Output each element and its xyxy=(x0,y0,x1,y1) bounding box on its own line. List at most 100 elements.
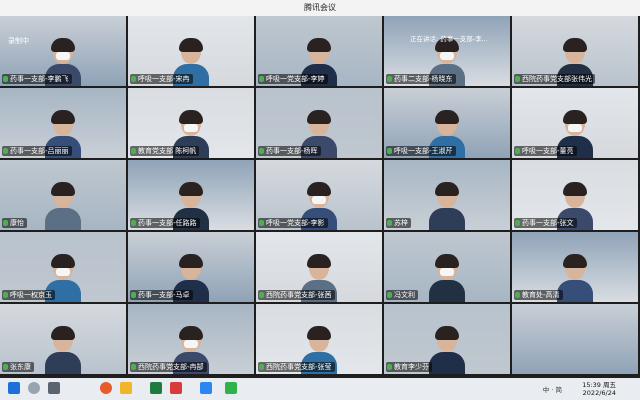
participant-tile[interactable]: 药事一支部-杨晖 xyxy=(256,88,382,158)
participant-tile[interactable]: 药事二支部-杨晓东 xyxy=(384,16,510,86)
participant-name: 康怡 xyxy=(2,218,27,228)
participant-name-text: 药事一支部-吕丽丽 xyxy=(10,147,69,155)
microphone-icon xyxy=(131,148,136,154)
participant-video xyxy=(45,182,81,230)
participant-tile[interactable]: 西院药事党支部-张茜 xyxy=(256,232,382,302)
system-tray[interactable]: 中 · 简 xyxy=(543,384,562,394)
participant-name: 药事二支部-杨晓东 xyxy=(386,74,456,84)
microphone-icon xyxy=(131,76,136,82)
participant-name-text: 冯文利 xyxy=(394,291,415,299)
participant-video xyxy=(429,182,465,230)
wechat-icon[interactable] xyxy=(225,382,237,394)
microphone-icon xyxy=(387,148,392,154)
microphone-icon xyxy=(387,364,392,370)
participant-name-text: 教育党支部 陈柯帆 xyxy=(138,147,197,155)
participant-name: 呼吸一权京玉 xyxy=(2,290,55,300)
participant-name-text: 西院药事党支部-张茜 xyxy=(266,291,332,299)
window-title: 腾讯会议 xyxy=(0,0,640,16)
participant-name-text: 教育处-高清 xyxy=(522,291,560,299)
participant-name: 药事一支部-杨晖 xyxy=(258,146,321,156)
participant-name-text: 呼吸一党支部-李影 xyxy=(266,219,325,227)
participant-name-text: 西院药事党支部-冉郜 xyxy=(138,363,204,371)
microphone-icon xyxy=(3,220,8,226)
participant-name: 西院药事党支部-张莹 xyxy=(258,362,335,372)
participant-name: 药事一支部-张文 xyxy=(514,218,577,228)
participant-name-text: 呼吸一权京玉 xyxy=(10,291,52,299)
participant-tile[interactable]: 药事一支部-马卓 xyxy=(128,232,254,302)
microphone-icon xyxy=(387,76,392,82)
participant-name: 呼吸一支部-董亮 xyxy=(514,146,577,156)
microphone-icon xyxy=(3,292,8,298)
participant-name: 教育李少芬 xyxy=(386,362,432,372)
participant-name-text: 康怡 xyxy=(10,219,24,227)
participant-grid: 药事一支部-李鹏飞 呼吸一支部-宋冉 呼吸一党支部-李婷 药事二支部-杨晓东 西院药事党… xyxy=(0,16,640,378)
participant-name-text: 药事一支部-张文 xyxy=(522,219,574,227)
microphone-icon xyxy=(515,220,520,226)
microphone-icon xyxy=(515,76,520,82)
participant-tile[interactable]: 冯文利 xyxy=(384,232,510,302)
participant-name: 呼吸一党支部-李婷 xyxy=(258,74,328,84)
participant-name-text: 药事一支部-任路路 xyxy=(138,219,197,227)
participant-name: 呼吸一党支部-李影 xyxy=(258,218,328,228)
microphone-icon xyxy=(515,292,520,298)
participant-name: 张东康 xyxy=(2,362,34,372)
task-view-icon[interactable] xyxy=(48,382,60,394)
participant-name: 呼吸一支部-王淑芹 xyxy=(386,146,456,156)
clock[interactable]: 15:39 周五 2022/6/24 xyxy=(582,381,616,397)
meeting-app-icon[interactable] xyxy=(200,382,212,394)
microphone-icon xyxy=(3,76,8,82)
participant-tile[interactable]: 教育李少芬 xyxy=(384,304,510,374)
participant-tile[interactable]: 药事一支部-张文 xyxy=(512,160,638,230)
participant-tile[interactable]: 康怡 xyxy=(0,160,126,230)
windows-start-icon[interactable] xyxy=(8,382,20,394)
participant-tile[interactable]: 西院药事党支部张伟光 xyxy=(512,16,638,86)
participant-tile[interactable]: 呼吸一权京玉 xyxy=(0,232,126,302)
participant-name-text: 西院药事党支部-张莹 xyxy=(266,363,332,371)
participant-tile[interactable]: 呼吸一支部-王淑芹 xyxy=(384,88,510,158)
participant-name: 药事一支部-任路路 xyxy=(130,218,200,228)
excel-icon[interactable] xyxy=(150,382,162,394)
participant-name-text: 呼吸一党支部-李婷 xyxy=(266,75,325,83)
microphone-icon xyxy=(259,292,264,298)
participant-tile[interactable] xyxy=(512,304,638,374)
participant-name-text: 药事一支部-马卓 xyxy=(138,291,190,299)
participant-tile[interactable]: 呼吸一支部-董亮 xyxy=(512,88,638,158)
participant-name-text: 药事一支部-杨晖 xyxy=(266,147,318,155)
participant-tile[interactable]: 呼吸一党支部-李影 xyxy=(256,160,382,230)
participant-name-text: 呼吸一支部-宋冉 xyxy=(138,75,190,83)
participant-tile[interactable]: 张东康 xyxy=(0,304,126,374)
participant-name: 呼吸一支部-宋冉 xyxy=(130,74,193,84)
speaking-indicator: 正在讲话: 药事一支部-李... xyxy=(410,35,488,43)
video-background xyxy=(512,304,638,374)
clock-time: 15:39 周五 xyxy=(582,381,616,389)
clock-date: 2022/6/24 xyxy=(582,389,616,397)
participant-tile[interactable]: 西院药事党支部-张莹 xyxy=(256,304,382,374)
file-explorer-icon[interactable] xyxy=(120,382,132,394)
participant-name: 药事一支部-吕丽丽 xyxy=(2,146,72,156)
participant-tile[interactable]: 教育党支部 陈柯帆 xyxy=(128,88,254,158)
participant-tile[interactable]: 药事一支部-任路路 xyxy=(128,160,254,230)
participant-video xyxy=(429,326,465,374)
participant-name-text: 药事一支部-李鹏飞 xyxy=(10,75,69,83)
participant-tile[interactable]: 呼吸一支部-宋冉 xyxy=(128,16,254,86)
taskbar: 中 · 简 15:39 周五 2022/6/24 xyxy=(0,378,640,400)
recording-indicator: 录制中 xyxy=(8,37,29,45)
participant-name: 药事一支部-李鹏飞 xyxy=(2,74,72,84)
microphone-icon xyxy=(515,148,520,154)
search-icon[interactable] xyxy=(28,382,40,394)
participant-tile[interactable]: 药事一支部-李鹏飞 xyxy=(0,16,126,86)
participant-tile[interactable]: 教育处-高清 xyxy=(512,232,638,302)
participant-tile[interactable]: 西院药事党支部-冉郜 xyxy=(128,304,254,374)
microphone-icon xyxy=(259,76,264,82)
participant-name: 冯文利 xyxy=(386,290,418,300)
participant-name-text: 呼吸一支部-董亮 xyxy=(522,147,574,155)
participant-tile[interactable]: 苏梓 xyxy=(384,160,510,230)
microphone-icon xyxy=(131,220,136,226)
participant-name-text: 药事二支部-杨晓东 xyxy=(394,75,453,83)
participant-name: 西院药事党支部-冉郜 xyxy=(130,362,207,372)
participant-tile[interactable]: 药事一支部-吕丽丽 xyxy=(0,88,126,158)
wps-icon[interactable] xyxy=(170,382,182,394)
participant-name: 教育处-高清 xyxy=(514,290,563,300)
participant-tile[interactable]: 呼吸一党支部-李婷 xyxy=(256,16,382,86)
browser-icon[interactable] xyxy=(100,382,112,394)
